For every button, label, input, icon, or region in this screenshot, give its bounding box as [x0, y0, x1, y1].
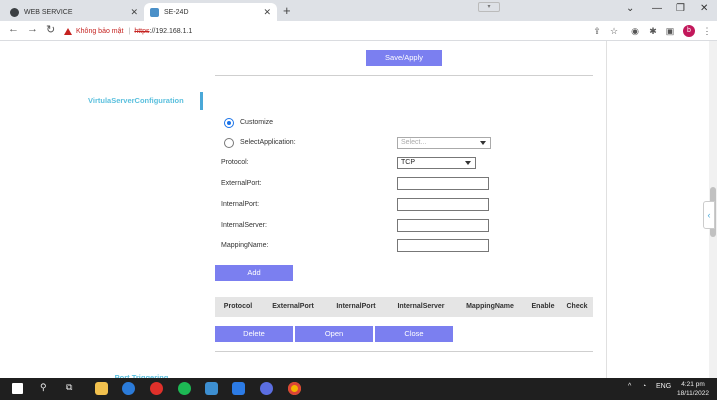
customize-label: Customize: [240, 119, 274, 126]
security-label[interactable]: Không bảo mật: [76, 28, 123, 35]
chevron-up-icon[interactable]: ^: [628, 383, 631, 390]
app-icon[interactable]: [260, 382, 273, 395]
warning-icon: [64, 27, 72, 35]
column-mapping-name: MappingName: [466, 303, 514, 310]
browser-toolbar: ← → ↻ Không bảo mật | https ://192.168.1…: [0, 21, 717, 41]
column-external-port: ExternalPort: [272, 303, 314, 310]
sidebar: VirtulaServerConfiguration Port Triggeri…: [80, 41, 203, 378]
taskbar-clock[interactable]: 4:21 pm 18/11/2022: [672, 380, 714, 398]
delete-button[interactable]: Delete: [215, 326, 293, 342]
search-icon[interactable]: ⚲: [40, 382, 47, 393]
column-check: Check: [566, 303, 588, 310]
close-icon[interactable]: ✕: [263, 7, 271, 18]
app-icon[interactable]: [232, 382, 245, 395]
extension-icon[interactable]: ◉: [630, 26, 640, 36]
address-separator: |: [128, 27, 131, 35]
tab-title: SE-24D: [164, 8, 189, 16]
network-icon[interactable]: ◔: [642, 383, 646, 390]
open-button[interactable]: Open: [295, 326, 373, 342]
chevron-down-icon: [465, 161, 471, 165]
clock-date: 18/11/2022: [676, 390, 710, 397]
router-config-page: VirtulaServerConfiguration Port Triggeri…: [0, 41, 717, 378]
app-icon[interactable]: [205, 382, 218, 395]
reload-icon[interactable]: ↻: [46, 23, 55, 36]
column-protocol: Protocol: [223, 303, 253, 310]
minimize-icon[interactable]: —: [652, 3, 662, 14]
column-internal-port: InternalPort: [336, 303, 376, 310]
divider: [215, 75, 593, 76]
task-view-icon[interactable]: ⧉: [66, 382, 72, 393]
url-scheme: https: [134, 27, 150, 35]
windows-taskbar: ⚲ ⧉ ^ ◔ ENG 4:21 pm 18/11/2022: [0, 378, 717, 400]
chevron-down-icon: [480, 141, 486, 145]
clock-time: 4:21 pm: [681, 381, 705, 388]
tab-se-24d[interactable]: SE-24D ✕: [144, 3, 277, 21]
internal-server-label: InternalServer:: [221, 222, 267, 229]
spotify-icon[interactable]: [178, 382, 191, 395]
profile-avatar[interactable]: b: [683, 25, 695, 37]
mapping-table-header: Protocol ExternalPort InternalPort Inter…: [215, 297, 593, 317]
close-button[interactable]: Close: [375, 326, 453, 342]
address-bar[interactable]: Không bảo mật | https ://192.168.1.1: [64, 24, 624, 38]
mapping-name-input[interactable]: [397, 239, 489, 252]
internal-port-label: InternalPort:: [221, 201, 260, 208]
tab-web-service[interactable]: WEB SERVICE ✕: [4, 3, 144, 21]
select-application-radio[interactable]: [224, 138, 234, 148]
close-icon[interactable]: ✕: [130, 7, 138, 18]
tab-search-icon[interactable]: ▾: [478, 2, 500, 12]
router-icon: [150, 7, 159, 17]
internal-port-input[interactable]: [397, 198, 489, 211]
sidebar-item-port-triggering[interactable]: Port Triggering: [80, 369, 203, 378]
chrome-icon[interactable]: [288, 382, 301, 395]
tab-title: WEB SERVICE: [24, 8, 73, 16]
window-close-icon[interactable]: ✕: [700, 3, 708, 14]
forward-icon[interactable]: →: [27, 23, 38, 35]
browser-tab-strip: WEB SERVICE ✕ SE-24D ✕ + ▾ ⌄ — ❐ ✕: [0, 0, 717, 21]
opera-icon[interactable]: [150, 382, 163, 395]
file-explorer-icon[interactable]: [95, 382, 108, 395]
protocol-select[interactable]: TCP: [397, 157, 476, 169]
chevron-down-icon[interactable]: ⌄: [626, 3, 634, 14]
windows-start-icon[interactable]: [12, 383, 23, 394]
column-enable: Enable: [531, 303, 555, 310]
url-host: ://192.168.1.1: [149, 27, 193, 35]
add-button[interactable]: Add: [215, 265, 293, 281]
mapping-name-label: MappingName:: [221, 242, 269, 249]
internal-server-input[interactable]: [397, 219, 489, 232]
edge-icon[interactable]: [122, 382, 135, 395]
chevron-left-icon[interactable]: ‹: [703, 201, 715, 229]
page-margin-right: [607, 41, 709, 378]
protocol-value: TCP: [401, 159, 415, 166]
save-apply-button[interactable]: Save/Apply: [366, 50, 442, 66]
sidebar-item-virtual-server[interactable]: VirtulaServerConfiguration: [80, 92, 203, 110]
new-tab-icon[interactable]: +: [283, 3, 291, 18]
globe-icon: [10, 7, 19, 17]
menu-icon[interactable]: ⋮: [702, 26, 712, 36]
select-application-placeholder: Select...: [401, 139, 427, 146]
puzzle-icon[interactable]: ✱: [648, 26, 658, 36]
external-port-label: ExternalPort:: [221, 180, 262, 187]
share-icon[interactable]: ⇪: [592, 26, 602, 36]
customize-radio[interactable]: [224, 118, 234, 128]
select-application-dropdown[interactable]: Select...: [397, 137, 491, 149]
bookmark-star-icon[interactable]: ☆: [609, 26, 619, 36]
page-margin-left: [0, 41, 80, 378]
language-indicator[interactable]: ENG: [656, 383, 671, 390]
back-icon[interactable]: ←: [8, 23, 19, 35]
column-internal-server: InternalServer: [397, 303, 445, 310]
maximize-icon[interactable]: ❐: [676, 3, 685, 14]
external-port-input[interactable]: [397, 177, 489, 190]
protocol-label: Protocol:: [221, 159, 249, 166]
select-application-label: SelectApplication:: [240, 139, 296, 146]
side-panel-icon[interactable]: ▣: [665, 26, 675, 36]
divider: [215, 351, 593, 352]
